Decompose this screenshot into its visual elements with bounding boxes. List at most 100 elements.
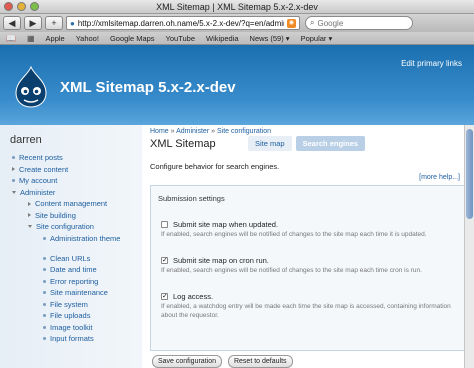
submit-on-cron-checkbox[interactable]: ✓ bbox=[161, 257, 168, 264]
back-button[interactable]: ◀ bbox=[3, 16, 21, 30]
expanded-arrow-icon bbox=[12, 190, 16, 194]
search-field[interactable]: ⌕ bbox=[305, 16, 413, 30]
drupal-logo-icon[interactable] bbox=[14, 65, 48, 109]
sidebar-item-label: Site maintenance bbox=[50, 288, 108, 298]
option-help-text: If enabled, search engines will be notif… bbox=[161, 267, 422, 274]
bullet-dot-icon bbox=[43, 302, 46, 306]
sidebar-item-administration-theme[interactable]: Administration theme bbox=[0, 233, 142, 253]
breadcrumb-site-configuration[interactable]: Site configuration bbox=[217, 128, 271, 135]
bookmark-news[interactable]: News (59) ▾ bbox=[250, 34, 290, 43]
bookmarks-book-icon[interactable]: 📖 bbox=[6, 34, 16, 43]
option-submit-on-cron[interactable]: ✓ Submit site map on cron run. bbox=[161, 256, 269, 265]
site-name[interactable]: XML Sitemap 5.x-2.x-dev bbox=[60, 79, 236, 96]
sidebar-item-content-management[interactable]: Content management bbox=[0, 198, 142, 210]
sidebar-item-label: My account bbox=[19, 176, 58, 186]
sidebar-item-administer[interactable]: Administer bbox=[0, 187, 142, 199]
page-description: Configure behavior for search engines. bbox=[150, 162, 280, 171]
collapsed-arrow-icon bbox=[28, 201, 31, 206]
minimize-window-button[interactable] bbox=[17, 2, 26, 11]
bullet-dot-icon bbox=[43, 337, 46, 341]
sidebar-item-error-reporting[interactable]: Error reporting bbox=[0, 276, 142, 288]
tab-site-map[interactable]: Site map bbox=[248, 136, 292, 151]
scrollbar-thumb[interactable] bbox=[466, 129, 473, 219]
sidebar-item-date-and-time[interactable]: Date and time bbox=[0, 264, 142, 276]
sidebar-item-file-system[interactable]: File system bbox=[0, 299, 142, 311]
sidebar-username: darren bbox=[10, 134, 42, 146]
option-help-text: If enabled, a watchdog entry will be mad… bbox=[161, 303, 451, 319]
page-scrollbar[interactable] bbox=[464, 125, 474, 368]
rss-icon[interactable]: ◉ bbox=[287, 18, 296, 28]
bullet-dot-icon bbox=[43, 268, 46, 272]
sidebar-item-label: Site building bbox=[35, 210, 76, 220]
window-titlebar: XML Sitemap | XML Sitemap 5.x-2.x-dev bbox=[0, 0, 474, 14]
reset-to-defaults-button[interactable]: Reset to defaults bbox=[227, 355, 293, 368]
sidebar-item-clean-urls[interactable]: Clean URLs bbox=[0, 253, 142, 265]
option-label: Submit site map when updated. bbox=[173, 220, 279, 229]
add-bookmark-button[interactable]: + bbox=[45, 16, 63, 30]
more-help-link[interactable]: [more help...] bbox=[419, 174, 460, 181]
bookmark-google-maps[interactable]: Google Maps bbox=[110, 34, 155, 43]
option-log-access[interactable]: ✓ Log access. bbox=[161, 292, 213, 301]
bullet-dot-icon bbox=[12, 179, 15, 183]
option-help-text: If enabled, search engines will be notif… bbox=[161, 231, 427, 238]
forward-arrow-icon: ▶ bbox=[29, 17, 37, 28]
browser-toolbar: ◀ ▶ + ● http://xmlsitemap.darren.oh.name… bbox=[0, 14, 474, 32]
sidebar-item-label: File uploads bbox=[50, 311, 91, 321]
search-icon: ⌕ bbox=[310, 18, 315, 27]
sidebar-item-label: Recent posts bbox=[19, 153, 63, 163]
edit-primary-links-link[interactable]: Edit primary links bbox=[401, 59, 462, 68]
sidebar-navigation: darren Recent posts Create content My acco… bbox=[0, 125, 142, 368]
sidebar-item-site-configuration[interactable]: Site configuration bbox=[0, 221, 142, 233]
bookmarks-grid-icon[interactable]: ▦ bbox=[27, 34, 35, 43]
bookmark-wikipedia[interactable]: Wikipedia bbox=[206, 34, 239, 43]
window-title: XML Sitemap | XML Sitemap 5.x-2.x-dev bbox=[156, 1, 318, 12]
back-arrow-icon: ◀ bbox=[8, 17, 16, 28]
sidebar-item-site-building[interactable]: Site building bbox=[0, 210, 142, 222]
close-window-button[interactable] bbox=[4, 2, 13, 11]
bullet-dot-icon bbox=[43, 314, 46, 318]
bookmark-yahoo[interactable]: Yahoo! bbox=[76, 34, 99, 43]
tabs: Site map Search engines bbox=[248, 136, 366, 151]
bullet-dot-icon bbox=[43, 291, 46, 295]
sidebar-item-label: Date and time bbox=[50, 265, 97, 275]
breadcrumb: Home » Administer » Site configuration bbox=[150, 128, 271, 135]
fieldset-legend: Submission settings bbox=[158, 194, 225, 203]
collapsed-arrow-icon bbox=[28, 213, 31, 218]
address-bar[interactable]: ● http://xmlsitemap.darren.oh.name/5.x-2… bbox=[66, 16, 300, 30]
sidebar-item-recent-posts[interactable]: Recent posts bbox=[0, 152, 142, 164]
sidebar-item-label: Image toolkit bbox=[50, 322, 93, 332]
bullet-dot-icon bbox=[43, 325, 46, 329]
sidebar-menu: Recent posts Create content My account Admi… bbox=[0, 152, 142, 345]
bookmark-popular[interactable]: Popular ▾ bbox=[301, 34, 333, 43]
option-label: Submit site map on cron run. bbox=[173, 256, 269, 265]
sidebar-item-file-uploads[interactable]: File uploads bbox=[0, 310, 142, 322]
sidebar-item-my-account[interactable]: My account bbox=[0, 175, 142, 187]
sidebar-item-label: Error reporting bbox=[50, 276, 99, 286]
forward-button[interactable]: ▶ bbox=[24, 16, 42, 30]
bullet-dot-icon bbox=[43, 279, 46, 283]
sidebar-item-label: Content management bbox=[35, 199, 108, 209]
sidebar-item-create-content[interactable]: Create content bbox=[0, 164, 142, 176]
search-input[interactable] bbox=[317, 18, 408, 28]
sidebar-item-label: Input formats bbox=[50, 334, 94, 344]
option-label: Log access. bbox=[173, 292, 214, 301]
sidebar-item-site-maintenance[interactable]: Site maintenance bbox=[0, 287, 142, 299]
zoom-window-button[interactable] bbox=[30, 2, 39, 11]
option-submit-on-update[interactable]: Submit site map when updated. bbox=[161, 220, 278, 229]
sidebar-item-label: Create content bbox=[19, 164, 69, 174]
main-content: Home » Administer » Site configuration X… bbox=[142, 125, 474, 368]
bookmark-youtube[interactable]: YouTube bbox=[166, 34, 195, 43]
bookmarks-bar: 📖 ▦ Apple Yahoo! Google Maps YouTube Wik… bbox=[0, 32, 474, 45]
page-title: XML Sitemap bbox=[150, 138, 216, 150]
bullet-dot-icon bbox=[12, 156, 15, 160]
bookmark-apple[interactable]: Apple bbox=[46, 34, 65, 43]
submit-on-update-checkbox[interactable] bbox=[161, 221, 168, 228]
breadcrumb-administer[interactable]: Administer bbox=[176, 128, 209, 135]
expanded-arrow-icon bbox=[28, 225, 32, 229]
save-configuration-button[interactable]: Save configuration bbox=[152, 355, 222, 368]
tab-search-engines[interactable]: Search engines bbox=[295, 136, 366, 151]
log-access-checkbox[interactable]: ✓ bbox=[161, 293, 168, 300]
sidebar-item-image-toolkit[interactable]: Image toolkit bbox=[0, 322, 142, 334]
breadcrumb-home[interactable]: Home bbox=[150, 128, 169, 135]
sidebar-item-input-formats[interactable]: Input formats bbox=[0, 333, 142, 345]
